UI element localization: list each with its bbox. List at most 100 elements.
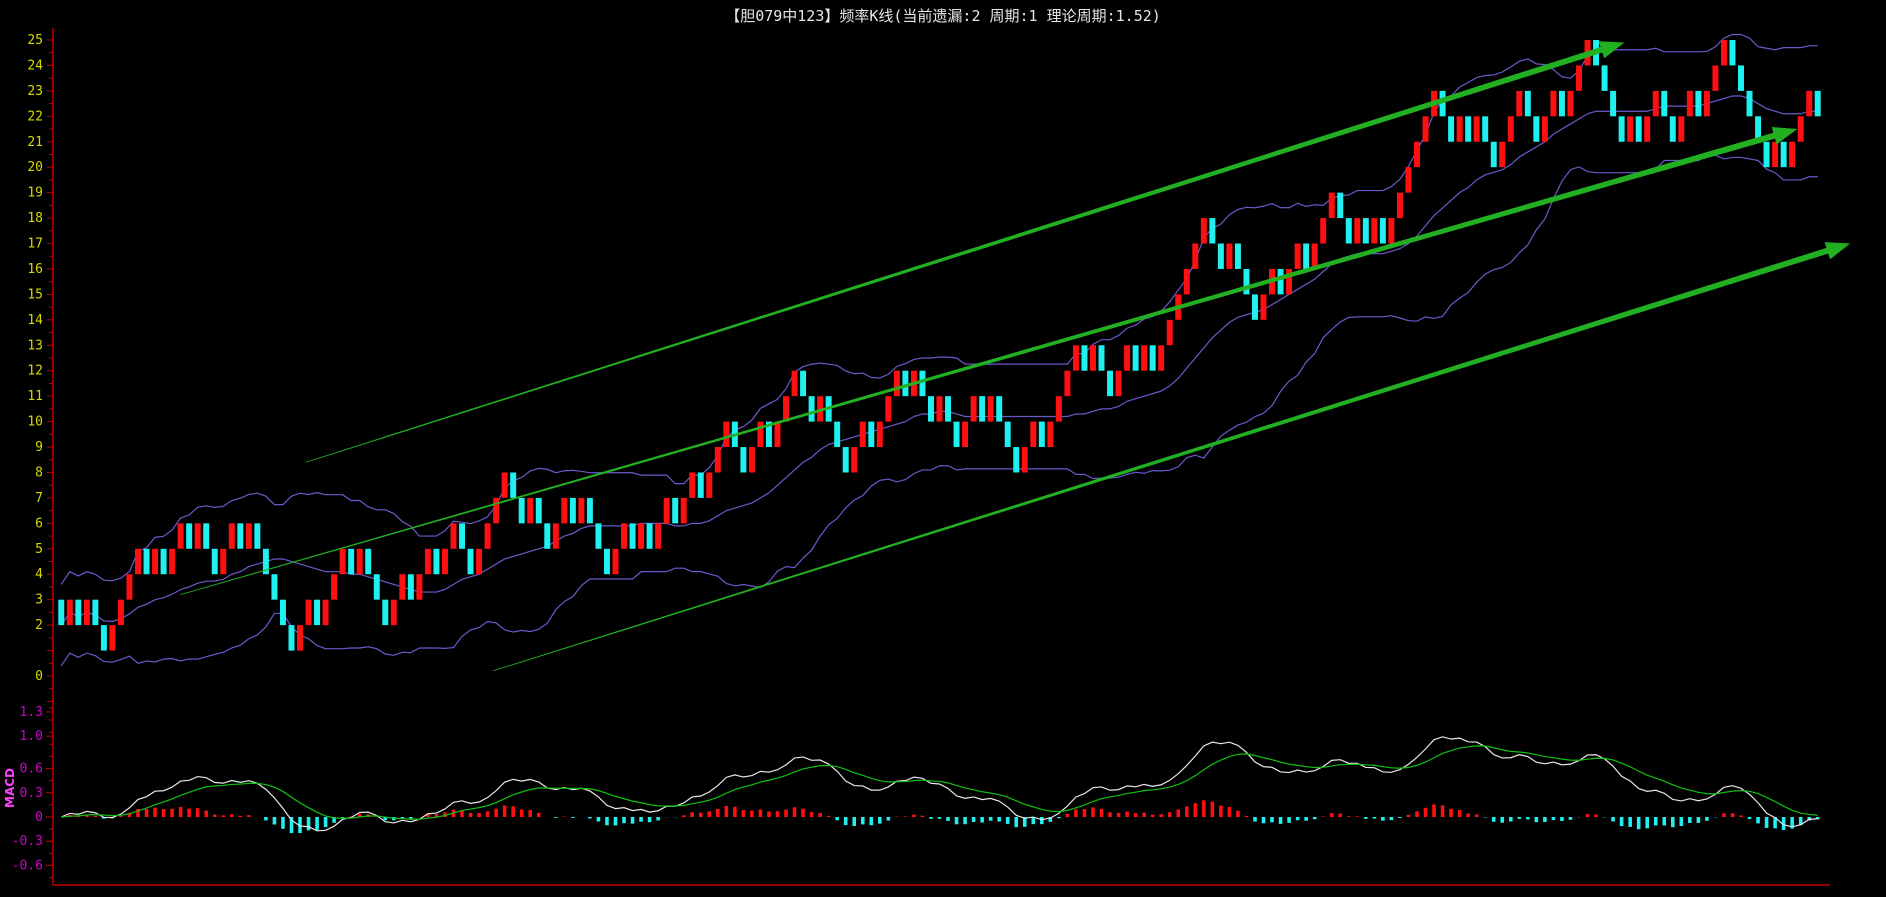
- candle-down: [1746, 90, 1753, 117]
- candle-up: [390, 599, 397, 626]
- candle-down: [254, 523, 261, 549]
- candle-down: [1209, 218, 1216, 244]
- price-tick-label: 8: [35, 465, 43, 480]
- candle-up: [970, 396, 977, 422]
- candle-up: [228, 523, 235, 549]
- candle-up: [220, 548, 227, 575]
- candle-down: [1217, 243, 1224, 269]
- candle-down: [1337, 192, 1344, 219]
- candle-down: [919, 370, 926, 397]
- bollinger-middle: [60, 95, 1818, 626]
- candle-down: [407, 574, 414, 600]
- candle-up: [1371, 218, 1378, 244]
- candle-up: [893, 370, 900, 397]
- candle-up: [527, 497, 534, 524]
- candle-down: [143, 548, 150, 575]
- candle-up: [66, 599, 73, 626]
- candle-up: [1507, 116, 1514, 142]
- candle-down: [740, 447, 747, 473]
- candle-up: [1260, 294, 1267, 320]
- candle-up: [501, 472, 508, 498]
- candle-up: [1328, 192, 1335, 219]
- price-tick-label: 19: [27, 186, 43, 201]
- candle-up: [1644, 116, 1651, 142]
- candle-up: [1226, 243, 1233, 269]
- price-tick-label: 18: [27, 211, 43, 226]
- candle-up: [1124, 345, 1131, 371]
- candle-down: [535, 497, 542, 524]
- candle-up: [305, 599, 312, 626]
- candle-up: [791, 370, 798, 397]
- bollinger-upper: [60, 33, 1818, 585]
- candle-up: [1396, 192, 1403, 219]
- candle-up: [1166, 319, 1173, 346]
- candle-up: [612, 548, 619, 575]
- price-tick-label: 22: [27, 109, 43, 124]
- macd-tick-label: 1.3: [20, 705, 43, 720]
- candle-down: [1482, 116, 1489, 142]
- candle-up: [1720, 40, 1727, 66]
- candle-up: [1115, 370, 1122, 397]
- candle-up: [1576, 65, 1582, 91]
- candle-up: [1550, 90, 1557, 117]
- candle-up: [484, 523, 491, 549]
- candle-down: [996, 396, 1003, 422]
- candle-up: [1772, 141, 1779, 168]
- candle-down: [808, 396, 815, 422]
- candle-up: [851, 447, 858, 473]
- candle-down: [1098, 345, 1105, 371]
- candle-down: [646, 523, 653, 549]
- candle-up: [561, 497, 568, 524]
- candle-up: [962, 421, 969, 448]
- candle-down: [75, 599, 82, 626]
- price-tick-label: 4: [35, 567, 43, 582]
- candle-down: [1013, 447, 1020, 473]
- candle-down: [1763, 141, 1770, 168]
- candle-down: [314, 599, 321, 626]
- candle-up: [331, 574, 338, 600]
- candle-up: [1405, 167, 1412, 193]
- candle-up: [1789, 141, 1796, 168]
- candle-down: [92, 599, 99, 626]
- candle-up: [1294, 243, 1301, 269]
- candle-up: [1797, 116, 1804, 142]
- dea-line: [61, 745, 1818, 820]
- candle-up: [663, 497, 670, 524]
- candle-up: [1183, 268, 1190, 295]
- candle-down: [697, 472, 704, 498]
- candle-down: [1601, 65, 1608, 91]
- candle-down: [186, 523, 193, 549]
- candle-down: [1669, 116, 1676, 142]
- macd-panel: [61, 736, 1820, 834]
- axes: 2524232221201918171615141312111098765432…: [12, 28, 1830, 886]
- candle-up: [1422, 116, 1429, 142]
- candle-up: [655, 523, 662, 549]
- candle-up: [723, 421, 730, 448]
- candle-up: [783, 396, 790, 422]
- candle-down: [1661, 90, 1668, 117]
- candle-down: [1814, 90, 1821, 117]
- candle-down: [800, 370, 807, 397]
- candle-up: [1627, 116, 1634, 142]
- candle-down: [1277, 268, 1284, 295]
- candle-down: [834, 421, 841, 448]
- candle-down: [459, 523, 465, 549]
- candle-up: [416, 574, 423, 600]
- candle-down: [203, 523, 210, 549]
- candle-up: [714, 447, 721, 473]
- candle-down: [1345, 218, 1352, 244]
- price-tick-label: 11: [27, 389, 43, 404]
- price-tick-label: 16: [27, 262, 43, 277]
- candle-up: [1567, 90, 1574, 117]
- candle-down: [1524, 90, 1531, 117]
- candle-up: [177, 523, 184, 549]
- candle-down: [927, 396, 934, 422]
- candle-up: [1320, 218, 1327, 244]
- candle-up: [1712, 65, 1719, 91]
- candle-down: [348, 548, 355, 575]
- candle-up: [83, 599, 90, 626]
- candle-up: [356, 548, 363, 575]
- candle-down: [1618, 116, 1625, 142]
- macd-tick-label: 0.3: [20, 786, 43, 801]
- candle-down: [672, 497, 679, 524]
